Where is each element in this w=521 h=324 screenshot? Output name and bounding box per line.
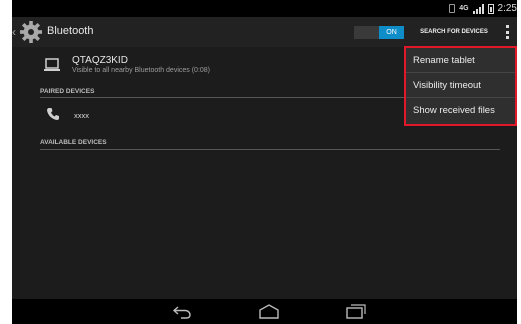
home-icon[interactable]	[258, 304, 280, 319]
network-type: 4G	[459, 4, 469, 12]
battery-icon	[487, 3, 494, 14]
device-visibility-status: Visible to all nearby Bluetooth devices …	[72, 67, 211, 74]
overflow-menu-icon[interactable]	[503, 25, 511, 39]
device-name: QTAQZ3KID	[72, 55, 128, 66]
search-for-devices-button[interactable]: SEARCH FOR DEVICES	[412, 27, 496, 37]
settings-gear-icon[interactable]	[19, 20, 43, 44]
section-header-available: AVAILABLE DEVICES	[40, 139, 107, 146]
menu-item-rename-tablet[interactable]: Rename tablet	[406, 48, 515, 73]
bluetooth-toggle[interactable]: ON	[354, 26, 404, 39]
toggle-on-label: ON	[379, 26, 404, 39]
clock: 2:25	[497, 3, 517, 14]
recent-apps-icon[interactable]	[346, 304, 366, 319]
status-icons: 4G 2:25	[449, 2, 517, 15]
navigation-bar	[12, 299, 517, 324]
section-header-paired: PAIRED DEVICES	[40, 88, 95, 95]
overflow-menu: Rename tablet Visibility timeout Show re…	[404, 46, 517, 126]
divider	[40, 149, 500, 150]
action-bar: ‹ Bluetooth ON SEARCH FOR DEVICES	[12, 17, 517, 47]
paired-device-name: xxxx	[74, 111, 89, 120]
status-bar: 4G 2:25	[12, 0, 517, 17]
vibrate-icon	[449, 4, 456, 13]
menu-item-visibility-timeout[interactable]: Visibility timeout	[406, 73, 515, 98]
up-caret-icon[interactable]: ‹	[12, 25, 16, 39]
back-icon[interactable]	[172, 305, 192, 319]
phone-icon	[47, 108, 59, 120]
menu-item-show-received-files[interactable]: Show received files	[406, 98, 515, 123]
laptop-icon	[44, 58, 60, 71]
signal-icon	[472, 3, 484, 14]
page-title: Bluetooth	[47, 25, 94, 37]
